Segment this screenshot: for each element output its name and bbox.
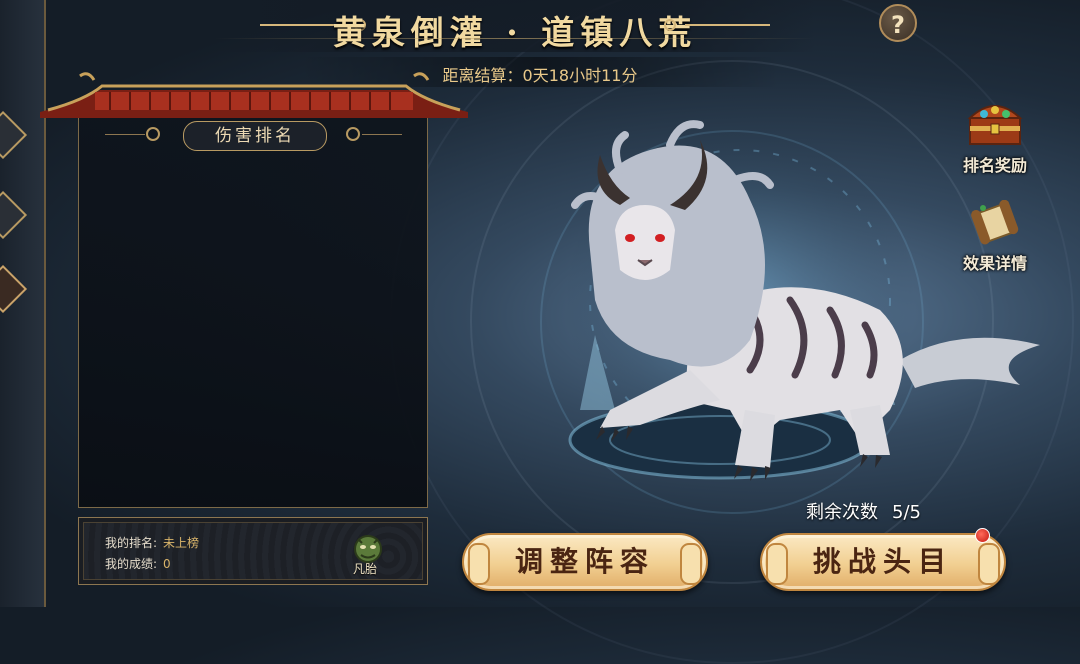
rank-title-label: 凡胎	[353, 562, 378, 576]
challenge-boss-label: 挑战头目	[812, 545, 953, 578]
my-score-row: 我的成绩: 0	[105, 555, 171, 572]
remaining-label: 剩余次数	[806, 502, 878, 523]
adjust-lineup-label: 调整阵容	[514, 545, 655, 578]
title-ornament-right-icon	[664, 19, 770, 31]
red-dot-icon	[975, 528, 990, 543]
remaining-value: 5/5	[892, 502, 921, 523]
heading-divider-right	[362, 134, 402, 135]
heading-knot-icon	[146, 127, 160, 141]
effect-details-button[interactable]: 效果详情	[950, 199, 1040, 274]
countdown-value: 0天18小时11分	[522, 66, 638, 85]
my-rank-label: 我的排名:	[105, 536, 158, 550]
damage-ranking-heading: 伤害排名	[183, 121, 327, 151]
my-score-label: 我的成绩:	[105, 557, 158, 571]
help-button[interactable]: ?	[879, 4, 917, 42]
heading-divider-left	[105, 134, 145, 135]
question-icon: ?	[891, 11, 905, 39]
effect-details-label: 效果详情	[962, 254, 1027, 273]
adjust-lineup-button[interactable]: 调整阵容	[462, 533, 708, 591]
button-cap-left	[766, 543, 788, 585]
side-tab-diamond[interactable]	[0, 190, 28, 240]
rank-rewards-label: 排名奖励	[962, 156, 1027, 175]
rank-rewards-button[interactable]: 排名奖励	[950, 96, 1040, 176]
heading-knot-icon	[346, 127, 360, 141]
side-tab-diamond[interactable]	[0, 110, 28, 160]
my-rank-row: 我的排名: 未上榜	[105, 534, 199, 551]
my-score-value: 0	[163, 557, 171, 571]
pagoda-roof-icon	[40, 72, 468, 118]
my-rank-value: 未上榜	[163, 536, 200, 550]
title-underline	[215, 38, 815, 39]
damage-ranking-panel[interactable]	[78, 112, 428, 508]
side-tab-diamond[interactable]	[0, 264, 28, 314]
challenge-boss-button[interactable]: 挑战头目	[760, 533, 1006, 591]
button-cap-right	[978, 543, 1000, 585]
scroll-icon	[971, 199, 1019, 245]
treasure-chest-icon	[967, 105, 1023, 145]
remaining-attempts: 剩余次数 5/5	[806, 498, 921, 524]
button-cap-right	[680, 543, 702, 585]
title-bar: 黄泉倒灌 · 道镇八荒	[215, 0, 815, 52]
button-cap-left	[468, 543, 490, 585]
